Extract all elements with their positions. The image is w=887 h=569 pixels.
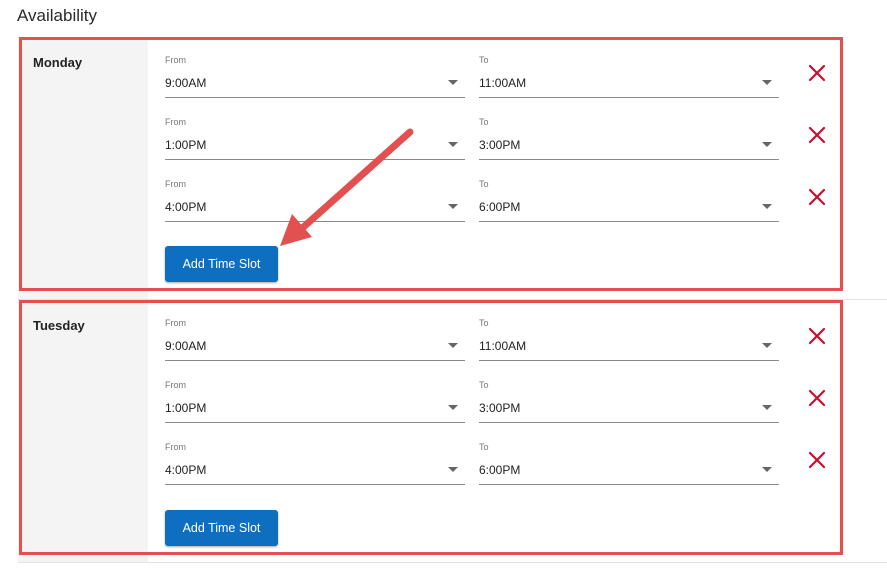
to-label: To (479, 55, 489, 65)
from-select[interactable]: From 1:00PM (165, 114, 465, 160)
from-select[interactable]: From 9:00AM (165, 315, 465, 361)
day-label-column: Tuesday (18, 300, 148, 562)
to-value: 3:00PM (479, 401, 521, 415)
from-value: 1:00PM (165, 401, 207, 415)
from-select[interactable]: From 4:00PM (165, 176, 465, 222)
time-slot: From 9:00AM To 11:00AM (165, 315, 845, 361)
day-label-column: Monday (18, 37, 148, 299)
from-select[interactable]: From 4:00PM (165, 439, 465, 485)
from-value: 9:00AM (165, 76, 207, 90)
day-label: Tuesday (33, 318, 85, 333)
page-title: Availability (17, 6, 98, 25)
to-value: 3:00PM (479, 138, 521, 152)
to-select[interactable]: To 6:00PM (479, 176, 779, 222)
caret-down-icon (448, 204, 458, 209)
day-row-monday: Monday From 9:00AM To 11:00AM From 1:00P… (18, 37, 887, 300)
remove-slot-close-icon[interactable] (808, 327, 826, 345)
to-label: To (479, 380, 489, 390)
from-label: From (165, 55, 186, 65)
remove-slot-close-icon[interactable] (808, 126, 826, 144)
add-time-slot-button[interactable]: Add Time Slot (165, 246, 278, 282)
day-label: Monday (33, 55, 83, 70)
time-slot: From 4:00PM To 6:00PM (165, 439, 845, 485)
caret-down-icon (448, 343, 458, 348)
caret-down-icon (762, 142, 772, 147)
from-label: From (165, 179, 186, 189)
remove-slot-close-icon[interactable] (808, 389, 826, 407)
time-slot: From 1:00PM To 3:00PM (165, 114, 845, 160)
to-label: To (479, 442, 489, 452)
to-label: To (479, 117, 489, 127)
caret-down-icon (762, 80, 772, 85)
from-value: 4:00PM (165, 463, 207, 477)
remove-slot-close-icon[interactable] (808, 64, 826, 82)
from-select[interactable]: From 1:00PM (165, 377, 465, 423)
time-slot: From 1:00PM To 3:00PM (165, 377, 845, 423)
caret-down-icon (448, 80, 458, 85)
time-slot: From 9:00AM To 11:00AM (165, 52, 845, 98)
to-select[interactable]: To 11:00AM (479, 315, 779, 361)
from-label: From (165, 318, 186, 328)
from-value: 9:00AM (165, 339, 207, 353)
caret-down-icon (762, 405, 772, 410)
caret-down-icon (762, 204, 772, 209)
from-label: From (165, 442, 186, 452)
caret-down-icon (762, 467, 772, 472)
from-value: 4:00PM (165, 200, 207, 214)
to-select[interactable]: To 3:00PM (479, 377, 779, 423)
remove-slot-close-icon[interactable] (808, 188, 826, 206)
add-time-slot-button[interactable]: Add Time Slot (165, 510, 278, 546)
from-select[interactable]: From 9:00AM (165, 52, 465, 98)
to-value: 6:00PM (479, 463, 521, 477)
to-value: 6:00PM (479, 200, 521, 214)
to-select[interactable]: To 3:00PM (479, 114, 779, 160)
to-value: 11:00AM (479, 76, 527, 90)
to-select[interactable]: To 6:00PM (479, 439, 779, 485)
from-value: 1:00PM (165, 138, 207, 152)
remove-slot-close-icon[interactable] (808, 451, 826, 469)
caret-down-icon (762, 343, 772, 348)
caret-down-icon (448, 405, 458, 410)
day-row-tuesday: Tuesday From 9:00AM To 11:00AM From 1:00… (18, 300, 887, 563)
to-select[interactable]: To 11:00AM (479, 52, 779, 98)
to-value: 11:00AM (479, 339, 527, 353)
from-label: From (165, 117, 186, 127)
to-label: To (479, 179, 489, 189)
to-label: To (479, 318, 489, 328)
time-slot: From 4:00PM To 6:00PM (165, 176, 845, 222)
caret-down-icon (448, 467, 458, 472)
caret-down-icon (448, 142, 458, 147)
from-label: From (165, 380, 186, 390)
